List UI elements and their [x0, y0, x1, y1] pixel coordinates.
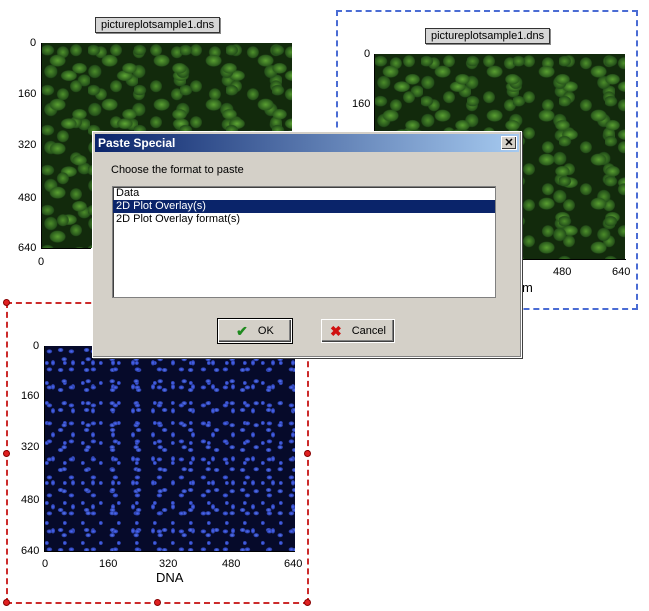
- close-button[interactable]: ✕: [501, 136, 517, 150]
- resize-handle[interactable]: [304, 450, 311, 457]
- red-x-icon: ✖: [330, 322, 342, 339]
- x-tick-label: 480: [222, 558, 241, 570]
- paste-prompt: Choose the format to paste: [111, 164, 244, 176]
- x-tick-label: 0: [42, 558, 49, 570]
- y-tick-label: 640: [18, 242, 37, 254]
- y-tick-label: 160: [18, 88, 37, 100]
- plot-title-tag[interactable]: pictureplotsample1.dns: [425, 28, 551, 44]
- resize-handle[interactable]: [154, 599, 161, 606]
- y-tick-label: 0: [364, 48, 371, 60]
- x-axis: [41, 248, 91, 249]
- list-item-2d-plot-overlay-format[interactable]: 2D Plot Overlay format(s): [113, 213, 495, 226]
- y-tick-label: 320: [18, 139, 37, 151]
- dialog-titlebar[interactable]: Paste Special ✕: [95, 134, 519, 152]
- x-tick-label: 640: [612, 266, 631, 278]
- plot-title-tag[interactable]: pictureplotsample1.dns: [95, 17, 221, 33]
- y-tick-label: 640: [21, 545, 40, 557]
- ok-label: OK: [257, 325, 274, 337]
- y-tick-label: 0: [33, 340, 40, 352]
- cancel-button[interactable]: ✖ Cancel: [321, 319, 395, 343]
- x-axis-label: DNA: [156, 570, 184, 585]
- x-tick-label: 320: [159, 558, 178, 570]
- y-tick-label: 160: [352, 98, 371, 110]
- x-axis: [44, 551, 295, 552]
- resize-handle[interactable]: [3, 450, 10, 457]
- resize-handle[interactable]: [3, 299, 10, 306]
- dna-nuclei-image: [45, 346, 295, 551]
- resize-handle[interactable]: [3, 599, 10, 606]
- cancel-label: Cancel: [351, 325, 386, 337]
- checkmark-icon: ✔: [236, 322, 248, 339]
- x-axis-label: m: [522, 280, 533, 295]
- list-item-2d-plot-overlay[interactable]: 2D Plot Overlay(s): [113, 200, 495, 213]
- x-axis: [522, 259, 626, 260]
- y-axis: [44, 346, 45, 551]
- list-item-data[interactable]: Data: [113, 187, 495, 200]
- y-tick-label: 480: [21, 494, 40, 506]
- y-tick-label: 320: [21, 441, 40, 453]
- y-tick-label: 480: [18, 192, 37, 204]
- format-listbox[interactable]: Data 2D Plot Overlay(s) 2D Plot Overlay …: [112, 186, 496, 298]
- y-tick-label: 0: [30, 37, 37, 49]
- x-tick-label: 160: [99, 558, 118, 570]
- paste-special-dialog: Paste Special ✕ Choose the format to pas…: [92, 131, 522, 358]
- x-tick-label: 640: [284, 558, 303, 570]
- y-axis: [41, 43, 42, 248]
- close-icon: ✕: [504, 137, 514, 149]
- x-tick-label: 480: [553, 266, 572, 278]
- resize-handle[interactable]: [304, 599, 311, 606]
- ok-button[interactable]: ✔ OK: [217, 318, 293, 344]
- x-tick-label: 0: [38, 256, 45, 268]
- y-tick-label: 160: [21, 390, 40, 402]
- dialog-title: Paste Special: [98, 136, 176, 150]
